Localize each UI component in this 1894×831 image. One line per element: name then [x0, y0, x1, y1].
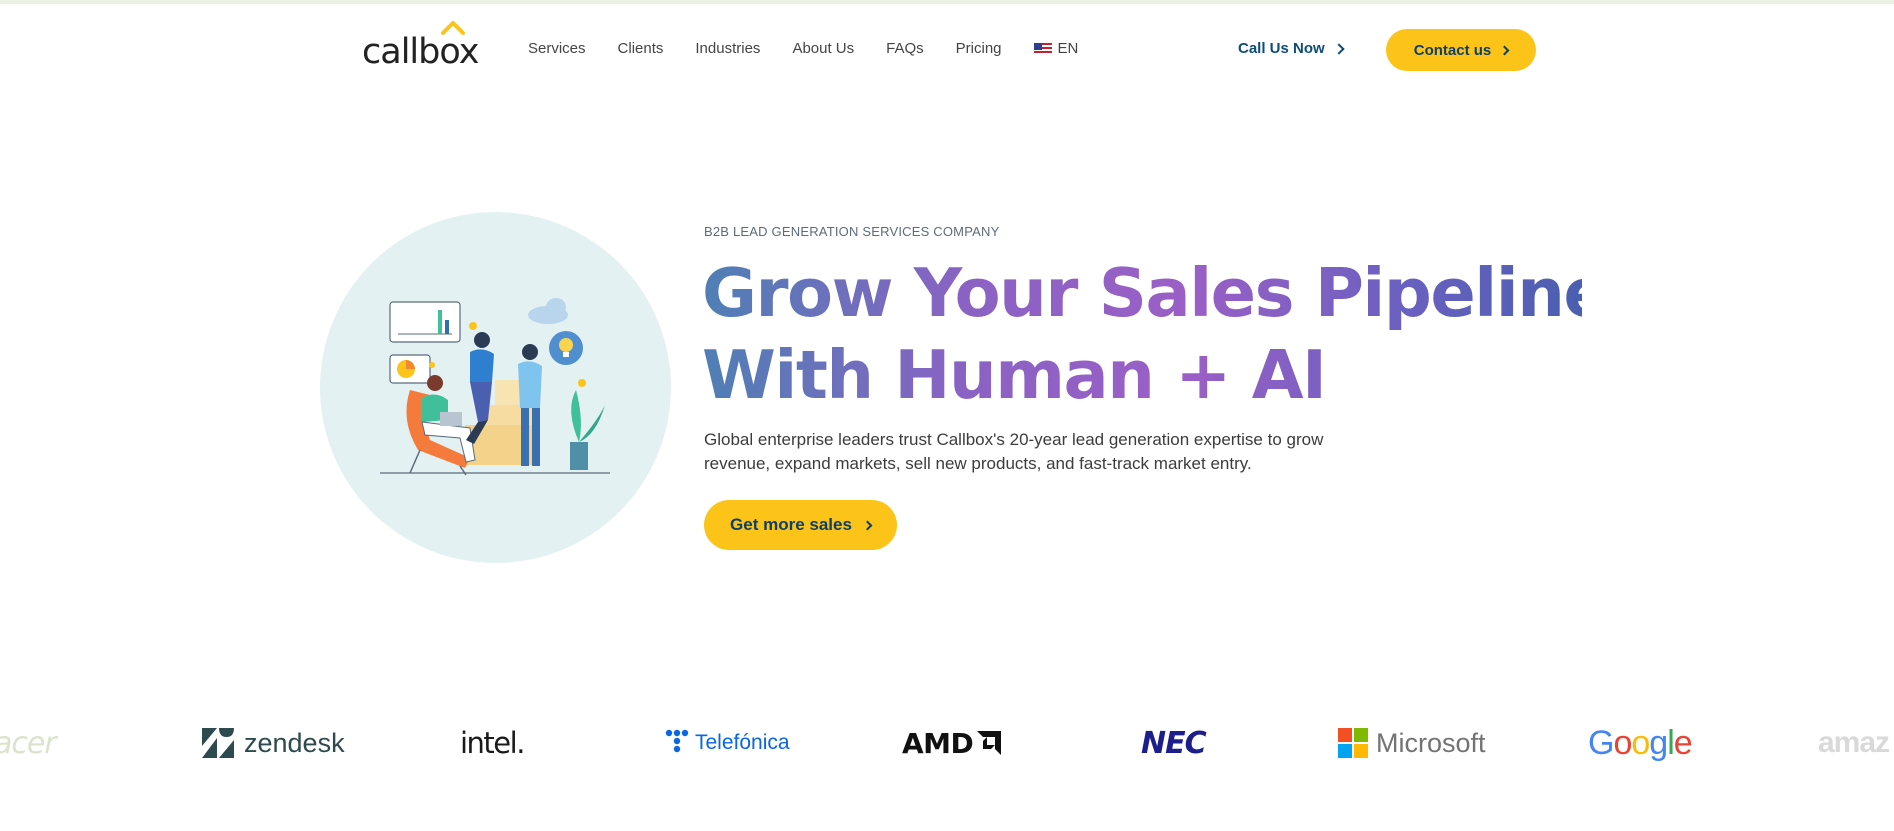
- hero-headline-line-2: With Human + AI: [702, 336, 1326, 414]
- main-nav: Services Clients Industries About Us FAQ…: [528, 40, 1078, 57]
- chevron-right-icon: [1499, 45, 1510, 55]
- callbox-logo[interactable]: callbox: [362, 20, 480, 70]
- google-logo: Google: [1588, 718, 1693, 768]
- nav-clients[interactable]: Clients: [618, 40, 664, 57]
- logo-text: callbox: [362, 32, 479, 72]
- google-letter: o: [1631, 723, 1650, 762]
- microsoft-logo: Microsoft: [1338, 718, 1486, 768]
- hero-description: Global enterprise leaders trust Callbox'…: [704, 430, 1324, 473]
- nec-logo-text: NEC: [1141, 725, 1207, 761]
- hero-eyebrow: B2B LEAD GENERATION SERVICES COMPANY: [704, 224, 1000, 239]
- intel-logo: intel.: [460, 718, 525, 768]
- zendesk-mark-icon: [202, 728, 234, 758]
- telefonica-logo: Telefónica: [664, 718, 790, 768]
- zendesk-logo: zendesk: [200, 718, 345, 768]
- amazon-logo-text: amaz: [1818, 726, 1890, 759]
- contact-us-button[interactable]: Contact us: [1386, 29, 1536, 71]
- language-label: EN: [1057, 40, 1079, 57]
- call-us-now-link[interactable]: Call Us Now: [1238, 40, 1345, 57]
- site-header: callbox Services Clients Industries Abou…: [0, 4, 1894, 96]
- google-letter: g: [1649, 723, 1668, 762]
- get-more-sales-button[interactable]: Get more sales: [704, 500, 897, 550]
- hero-headline-line-1: Grow Your Sales Pipeline: [702, 254, 1608, 332]
- hero-headline: Grow Your Sales Pipeline With Human + AI: [702, 252, 1582, 416]
- nav-pricing[interactable]: Pricing: [956, 40, 1002, 57]
- call-us-now-label: Call Us Now: [1238, 40, 1325, 57]
- microsoft-windows-icon: [1338, 728, 1368, 758]
- telefonica-dots-icon: [665, 729, 689, 753]
- language-selector[interactable]: EN: [1033, 40, 1079, 57]
- microsoft-logo-text: Microsoft: [1376, 727, 1486, 758]
- amd-logo-text: AMD: [902, 726, 974, 760]
- amd-arrow-icon: [977, 731, 1002, 755]
- client-logos-strip: acer zendesk intel. Telefónica AMD NEC M…: [0, 718, 1894, 768]
- google-letter: G: [1588, 723, 1614, 762]
- intel-logo-text: intel.: [460, 726, 525, 760]
- contact-us-label: Contact us: [1413, 41, 1492, 59]
- amazon-logo: amaz: [1818, 718, 1890, 768]
- chevron-right-icon: [1333, 42, 1345, 55]
- google-letter: o: [1613, 723, 1632, 762]
- acer-logo-text: acer: [0, 725, 57, 761]
- acer-logo: acer: [0, 718, 57, 768]
- telefonica-logo-text: Telefónica: [695, 731, 790, 754]
- zendesk-logo-text: zendesk: [244, 727, 345, 758]
- nec-logo: NEC: [1141, 718, 1207, 768]
- chevron-right-icon: [862, 520, 873, 530]
- nav-services[interactable]: Services: [528, 40, 586, 57]
- nav-about-us[interactable]: About Us: [792, 40, 854, 57]
- google-letter: e: [1673, 723, 1693, 762]
- nav-industries[interactable]: Industries: [695, 40, 760, 57]
- get-more-sales-label: Get more sales: [730, 515, 852, 534]
- nav-faqs[interactable]: FAQs: [886, 40, 924, 57]
- amd-logo: AMD: [902, 718, 1002, 768]
- team-collaboration-illustration: [380, 298, 610, 476]
- flag-us-icon: [1033, 42, 1052, 55]
